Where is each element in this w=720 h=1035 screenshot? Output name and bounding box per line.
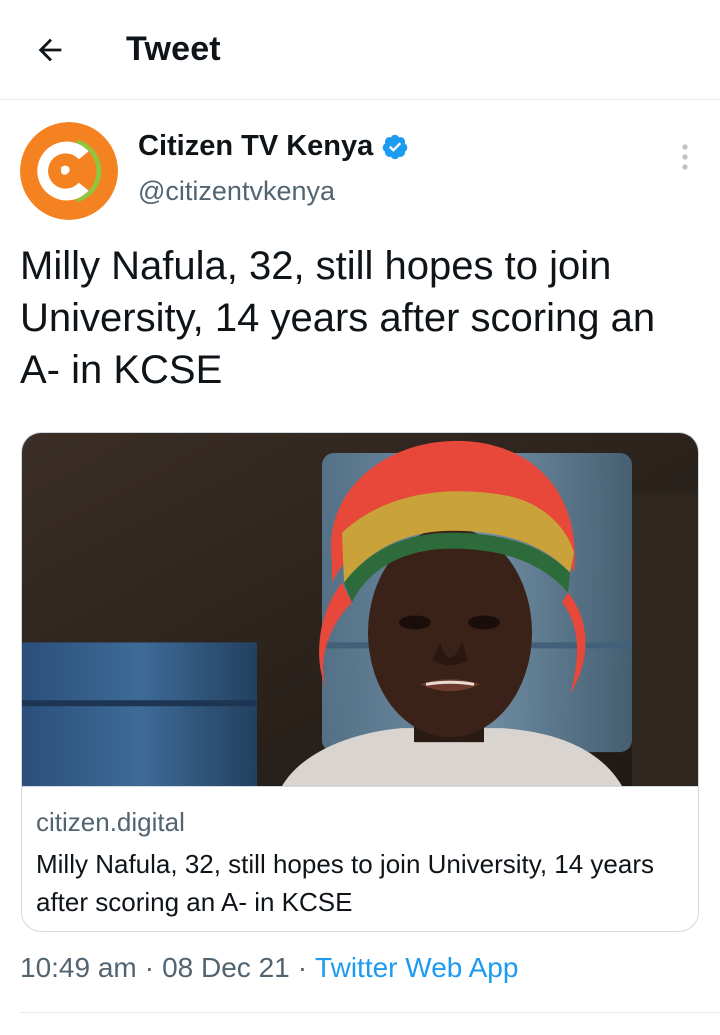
top-bar: Tweet [0, 0, 720, 100]
arrow-left-icon [38, 38, 62, 62]
tweet-text: Milly Nafula, 32, still hopes to join Un… [20, 244, 656, 392]
meta-separator: · [144, 952, 155, 983]
author-name-row: Citizen TV Kenya [138, 130, 409, 163]
verified-badge-icon [383, 134, 408, 159]
meta-separator: · [297, 952, 308, 983]
link-domain: citizen.digital [36, 807, 185, 837]
page-title: Tweet [126, 30, 221, 68]
avatar[interactable] [20, 122, 118, 220]
tweet-header: Citizen TV Kenya @citizentvkenya [0, 100, 720, 228]
link-title: Milly Nafula, 32, still hopes to join Un… [36, 849, 654, 917]
tweet-date[interactable]: 08 Dec 21 [162, 952, 290, 984]
link-preview-card[interactable]: citizen.digital Milly Nafula, 32, still … [21, 432, 699, 932]
tweet-time[interactable]: 10:49 am [20, 952, 137, 984]
more-vertical-icon [682, 144, 688, 170]
link-preview-image [22, 433, 698, 787]
author-handle[interactable]: @citizentvkenya [138, 176, 335, 207]
tweet-meta: 10:49 am · 08 Dec 21 · Twitter Web App [20, 952, 518, 984]
tweet-source-link[interactable]: Twitter Web App [315, 952, 518, 984]
divider [20, 1012, 720, 1013]
back-button[interactable] [28, 28, 72, 72]
author-display-name[interactable]: Citizen TV Kenya [138, 130, 373, 163]
more-options-button[interactable] [664, 136, 706, 178]
